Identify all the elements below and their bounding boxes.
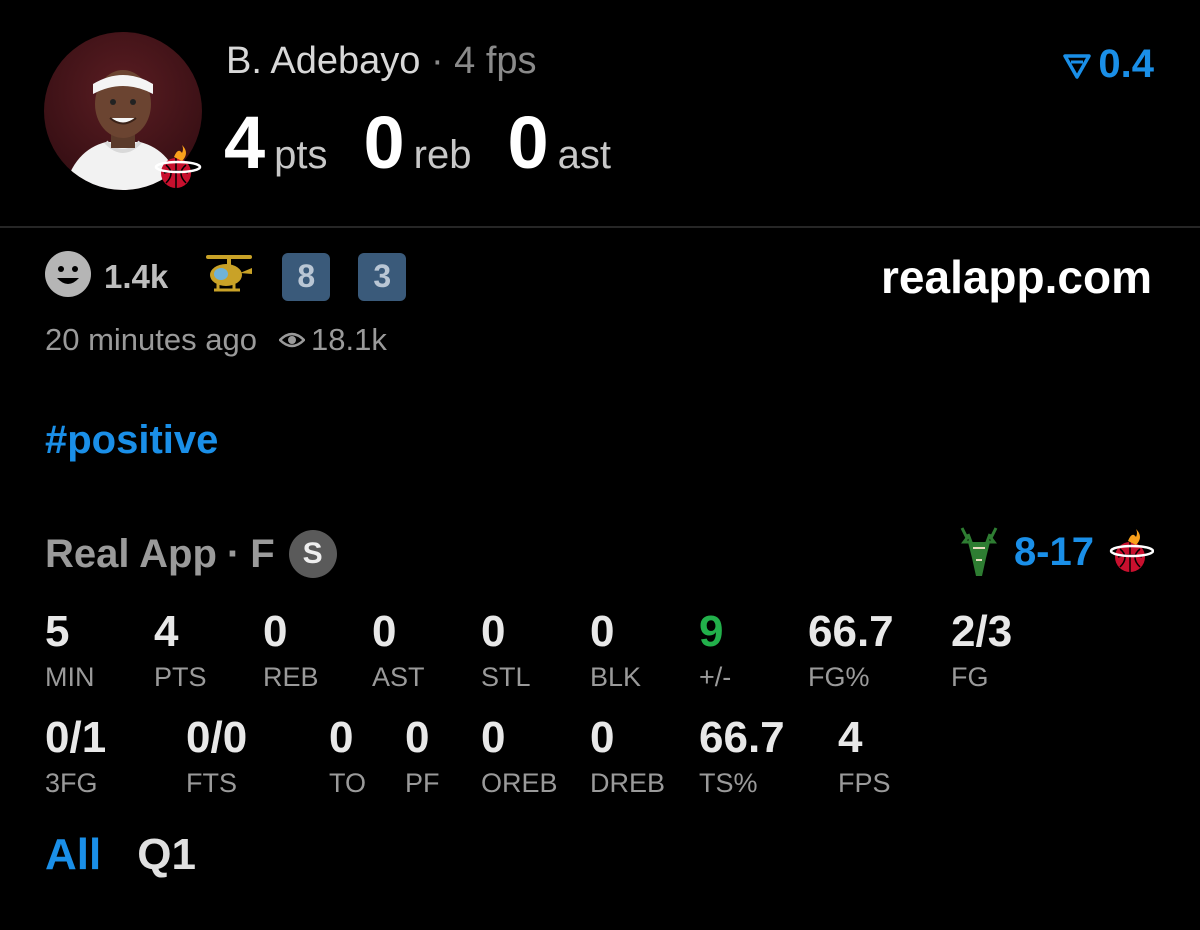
vote-score: 0.4	[1098, 42, 1154, 86]
game-info: Real App · F S	[45, 530, 337, 578]
stat-3fg: 0/1 3FG	[45, 716, 106, 797]
views: 18.1k	[278, 322, 387, 358]
stat-to: 0 TO	[329, 716, 366, 797]
stat-value: 0	[481, 713, 506, 762]
smile-icon[interactable]	[44, 250, 92, 303]
stat-label: DREB	[590, 768, 666, 798]
stat-blk: 0 BLK	[590, 610, 641, 691]
stat-value: 66.7	[808, 607, 894, 656]
stat-label: PF	[405, 768, 440, 798]
stat-label: FG	[951, 662, 989, 692]
stat-ts-pct: 66.7 TS%	[699, 716, 785, 797]
stat-label: +/-	[699, 662, 732, 692]
stat-value: 0	[329, 713, 354, 762]
game-separator: ·	[226, 531, 241, 576]
stat-value: 0	[590, 607, 615, 656]
player-name[interactable]: B. Adebayo	[226, 40, 420, 82]
stat-pts: 4 PTS	[154, 610, 207, 691]
filter-all[interactable]: All	[45, 830, 101, 880]
stat-fts: 0/0 FTS	[186, 716, 247, 797]
stat-label: OREB	[481, 768, 558, 798]
fps-label: 4 fps	[454, 40, 537, 82]
stat-value: 0	[590, 713, 615, 762]
stat-pf: 0 PF	[405, 716, 440, 797]
stat-stl: 0 STL	[481, 610, 531, 691]
stat-value: 0	[372, 607, 397, 656]
stat-value: 4	[154, 607, 179, 656]
stat-reb: 0 REB	[263, 610, 319, 691]
stat-label: BLK	[590, 662, 642, 692]
stat-value: 9	[699, 607, 724, 656]
bucks-logo-icon	[960, 527, 998, 576]
hashtag-link[interactable]: #positive	[45, 418, 218, 463]
header-divider	[0, 226, 1200, 228]
reaction-count[interactable]: 1.4k	[104, 258, 168, 296]
stat-label: AST	[372, 662, 425, 692]
game-source: Real App	[45, 531, 217, 576]
heat-logo-icon	[152, 143, 204, 195]
headline-stats: 4 pts 0 reb 0 ast	[224, 100, 647, 185]
stat-label: PTS	[154, 662, 207, 692]
pts-unit: pts	[274, 133, 328, 177]
badge-8[interactable]: 8	[282, 252, 331, 301]
stat-value: 0	[405, 713, 430, 762]
stat-label: 3FG	[45, 768, 98, 798]
player-name-line: B. Adebayo · 4 fps	[226, 40, 537, 83]
game-score: 8-17	[1013, 529, 1094, 574]
stat-label: FPS	[838, 768, 891, 798]
stat-label: TO	[329, 768, 367, 798]
stat-label: FTS	[186, 768, 237, 798]
heat-logo-icon	[1109, 529, 1154, 572]
stat-value: 0/0	[186, 713, 248, 762]
name-separator: ·	[430, 40, 444, 82]
site-link[interactable]: realapp.com	[881, 250, 1152, 304]
stat-value: 4	[838, 713, 863, 762]
game-score-link[interactable]: 8-17	[958, 524, 1154, 580]
stat-fps: 4 FPS	[838, 716, 891, 797]
stat-plus-minus: 9 +/-	[699, 610, 731, 691]
stat-ast: 0 AST	[372, 610, 425, 691]
stat-label: REB	[263, 662, 319, 692]
badge-3[interactable]: 3	[358, 252, 407, 301]
ast-unit: ast	[557, 133, 611, 177]
stat-label: FG%	[808, 662, 870, 692]
post-meta: 20 minutes ago 18.1k	[45, 322, 387, 358]
period-filters: All Q1	[45, 830, 196, 880]
stat-label: TS%	[699, 768, 758, 798]
stat-oreb: 0 OREB	[481, 716, 558, 797]
stat-fg-pct: 66.7 FG%	[808, 610, 894, 691]
reb-value: 0	[363, 101, 405, 184]
filter-q1[interactable]: Q1	[137, 830, 196, 880]
stat-label: STL	[481, 662, 531, 692]
stat-value: 5	[45, 607, 70, 656]
time-ago: 20 minutes ago	[45, 322, 257, 357]
stat-value: 66.7	[699, 713, 785, 762]
reactions-row: 1.4k 8 3	[44, 250, 407, 303]
eye-icon	[278, 332, 305, 348]
downvote-icon	[1063, 53, 1092, 79]
stat-value: 0	[481, 607, 506, 656]
view-count: 18.1k	[310, 322, 387, 357]
stat-label: MIN	[45, 662, 95, 692]
pts-value: 4	[224, 101, 265, 184]
reb-unit: reb	[413, 133, 472, 177]
stat-value: 2/3	[951, 607, 1013, 656]
ast-value: 0	[507, 101, 548, 184]
game-status: F	[250, 531, 275, 576]
s-badge[interactable]: S	[288, 530, 337, 578]
stat-min: 5 MIN	[45, 610, 95, 691]
vote-button[interactable]: 0.4	[1062, 42, 1154, 87]
helicopter-icon[interactable]	[204, 250, 254, 303]
stat-fg: 2/3 FG	[951, 610, 1012, 691]
stat-value: 0	[263, 607, 288, 656]
stat-value: 0/1	[45, 713, 107, 762]
stat-dreb: 0 DREB	[590, 716, 665, 797]
